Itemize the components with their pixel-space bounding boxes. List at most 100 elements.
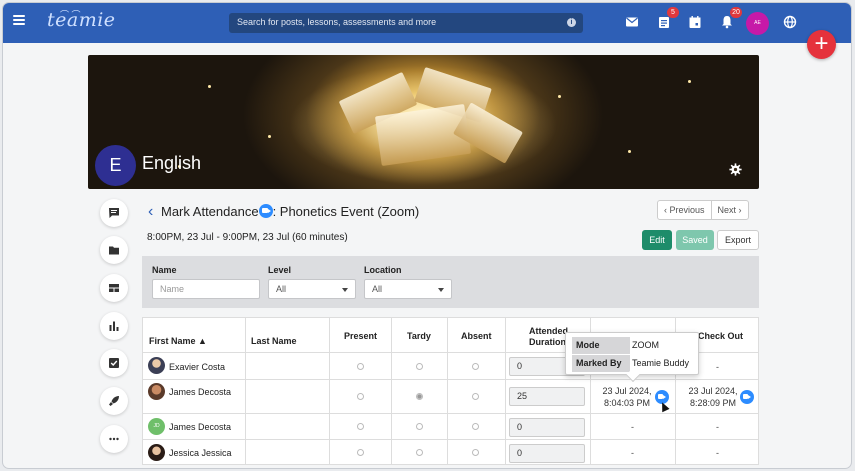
posts-icon[interactable]: 5 <box>656 7 679 30</box>
present-radio[interactable] <box>357 393 364 400</box>
header-first-name-label: First Name ▲ <box>149 336 207 346</box>
table-row: JD James Decosta 0 - - <box>143 413 758 439</box>
name-filter-input[interactable]: Name <box>152 279 260 299</box>
filter-panel: Name Name Level All Location All <box>142 256 759 308</box>
calendar-icon[interactable] <box>687 14 703 30</box>
present-radio[interactable] <box>357 449 364 456</box>
header-tardy-label: Tardy <box>407 331 431 341</box>
back-chevron-icon[interactable]: ‹ <box>148 203 153 221</box>
student-name[interactable]: James Decosta <box>169 387 231 397</box>
check-out-value: - <box>716 448 719 458</box>
page-title-prefix: Mark Attendance <box>161 204 259 219</box>
header-attended-label: Attended <box>529 326 568 336</box>
header-absent-label: Absent <box>461 331 492 341</box>
check-in-time: 23 Jul 2024, 8:04:03 PM <box>597 385 657 409</box>
student-avatar <box>148 357 165 374</box>
menu-icon[interactable] <box>13 15 25 25</box>
search-input[interactable]: Search for posts, lessons, assessments a… <box>229 13 583 33</box>
tardy-radio[interactable] <box>416 449 423 456</box>
duration-input[interactable]: 25 <box>509 387 585 406</box>
check-out-date: 23 Jul 2024, <box>688 386 738 396</box>
globe-icon[interactable] <box>782 14 798 30</box>
info-icon[interactable]: i <box>567 18 576 27</box>
location-filter-label: Location <box>364 265 402 275</box>
checkbox-icon <box>109 358 119 368</box>
attendance-side-button[interactable] <box>100 349 128 377</box>
check-in-value: - <box>631 448 634 458</box>
rocket-icon <box>109 396 119 406</box>
app-window: ⌒ ⌒ teamie Search for posts, lessons, as… <box>3 3 851 468</box>
absent-radio[interactable] <box>472 449 479 456</box>
header-tardy: Tardy <box>392 318 447 352</box>
tooltip-mode-value: ZOOM <box>632 340 659 350</box>
chevron-down-icon <box>438 288 444 292</box>
course-banner: E English <box>88 55 759 189</box>
header-duration-label: Duration <box>529 337 566 347</box>
header-first-name[interactable]: First Name ▲ <box>143 318 245 352</box>
student-avatar: JD <box>148 418 165 435</box>
header-present-label: Present <box>344 331 378 341</box>
page-title-event: : Phonetics Event (Zoom) <box>272 204 420 219</box>
level-select-value: All <box>276 284 287 294</box>
launch-side-button[interactable] <box>100 387 128 415</box>
course-avatar: E <box>95 145 136 186</box>
course-title[interactable]: English <box>142 153 201 174</box>
student-avatar <box>148 383 165 400</box>
next-button[interactable]: Next › <box>712 201 748 219</box>
header-absent: Absent <box>448 318 505 352</box>
bar-chart-icon <box>109 321 119 331</box>
tooltip-marked-by-label: Marked By <box>572 355 630 372</box>
top-navigation-bar: ⌒ ⌒ teamie Search for posts, lessons, as… <box>3 3 851 43</box>
zoom-icon[interactable] <box>740 390 754 404</box>
page-title: Mark Attendance : Phonetics Event (Zoom) <box>161 204 419 219</box>
student-name[interactable]: Exavier Costa <box>169 362 225 372</box>
location-select[interactable]: All <box>364 279 452 299</box>
duration-input[interactable]: 0 <box>509 418 585 437</box>
tooltip-marked-by-value: Teamie Buddy <box>632 358 690 368</box>
level-select[interactable]: All <box>268 279 356 299</box>
dashboard-side-button[interactable] <box>100 274 128 302</box>
student-avatar <box>148 444 165 461</box>
header-last-name[interactable]: Last Name <box>246 318 329 352</box>
teamie-logo[interactable]: teamie <box>47 9 116 31</box>
zoom-icon <box>258 204 273 218</box>
tardy-radio[interactable] <box>416 363 423 370</box>
tooltip-mode-label: Mode <box>572 337 630 354</box>
present-radio[interactable] <box>357 423 364 430</box>
absent-radio[interactable] <box>472 393 479 400</box>
present-radio[interactable] <box>357 363 364 370</box>
notifications-badge: 20 <box>730 7 742 18</box>
analytics-side-button[interactable] <box>100 312 128 340</box>
check-out-clock: 8:28:09 PM <box>689 398 737 408</box>
tardy-radio[interactable] <box>416 423 423 430</box>
student-name[interactable]: James Decosta <box>169 422 231 432</box>
files-side-button[interactable] <box>100 236 128 264</box>
check-in-value: - <box>631 422 634 432</box>
table-row: Jessica Jessica 0 - - <box>143 439 758 465</box>
absent-radio[interactable] <box>472 363 479 370</box>
event-datetime: 8:00PM, 23 Jul - 9:00PM, 23 Jul (60 minu… <box>147 232 348 243</box>
header-last-name-label: Last Name <box>251 336 297 346</box>
gear-icon[interactable] <box>729 163 742 176</box>
more-icon <box>109 437 119 441</box>
check-in-date: 23 Jul 2024, <box>602 386 652 396</box>
header-check-out-label: Check Out <box>698 331 744 341</box>
name-filter-label: Name <box>152 265 177 275</box>
notifications-icon[interactable]: 20 <box>719 7 742 30</box>
saved-button[interactable]: Saved <box>676 230 714 250</box>
more-side-button[interactable] <box>100 425 128 453</box>
posts-side-button[interactable] <box>100 199 128 227</box>
name-filter-placeholder: Name <box>160 284 185 294</box>
folder-icon <box>109 246 119 255</box>
mail-icon[interactable] <box>624 14 640 30</box>
tardy-radio[interactable] <box>416 393 423 400</box>
duration-input[interactable]: 0 <box>509 444 585 463</box>
edit-button[interactable]: Edit <box>642 230 672 250</box>
previous-button[interactable]: ‹ Previous <box>658 201 712 219</box>
export-button[interactable]: Export <box>717 230 759 250</box>
create-button[interactable]: + <box>807 30 836 59</box>
student-name[interactable]: Jessica Jessica <box>169 448 232 458</box>
check-out-time: 23 Jul 2024, 8:28:09 PM <box>683 385 743 409</box>
absent-radio[interactable] <box>472 423 479 430</box>
user-avatar[interactable]: AE <box>746 12 769 35</box>
